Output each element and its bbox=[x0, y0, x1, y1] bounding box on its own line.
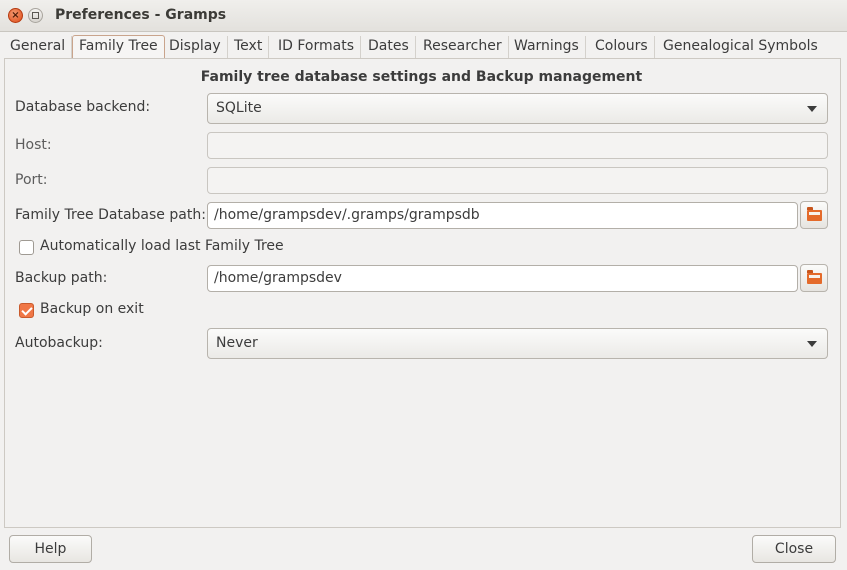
window-title: Preferences - Gramps bbox=[55, 7, 227, 23]
maximize-icon bbox=[32, 12, 39, 19]
section-heading: Family tree database settings and Backup… bbox=[200, 69, 643, 85]
tab-family-tree[interactable]: Family Tree bbox=[72, 35, 165, 60]
close-icon: × bbox=[11, 10, 20, 21]
tab-text[interactable]: Text bbox=[228, 36, 270, 59]
tab-dates[interactable]: Dates bbox=[362, 36, 416, 59]
folder-icon bbox=[807, 207, 822, 221]
tab-id-formats[interactable]: ID Formats bbox=[272, 36, 361, 59]
tab-bar: General Family Tree Display Text ID Form… bbox=[0, 32, 847, 60]
dropdown-arrow-icon bbox=[807, 341, 817, 347]
db-path-browse-button[interactable] bbox=[800, 201, 828, 229]
host-label: Host: bbox=[15, 137, 52, 153]
port-input[interactable] bbox=[207, 167, 828, 194]
tab-panel bbox=[4, 58, 841, 528]
db-path-label: Family Tree Database path: bbox=[15, 207, 206, 223]
tab-warnings[interactable]: Warnings bbox=[508, 36, 586, 59]
tab-general[interactable]: General bbox=[4, 36, 73, 59]
backup-path-label: Backup path: bbox=[15, 270, 108, 286]
autobackup-combo[interactable]: Never bbox=[207, 328, 828, 359]
db-path-input[interactable]: /home/grampsdev/.gramps/grampsdb bbox=[207, 202, 798, 229]
folder-icon bbox=[807, 270, 822, 284]
database-backend-label: Database backend: bbox=[15, 99, 151, 115]
tab-genealogical-symbols[interactable]: Genealogical Symbols bbox=[657, 36, 824, 59]
title-bar: × Preferences - Gramps bbox=[0, 0, 847, 32]
backup-path-browse-button[interactable] bbox=[800, 264, 828, 292]
autoload-label[interactable]: Automatically load last Family Tree bbox=[40, 238, 284, 254]
database-backend-combo[interactable]: SQLite bbox=[207, 93, 828, 124]
port-label: Port: bbox=[15, 172, 48, 188]
backup-on-exit-checkbox[interactable] bbox=[19, 303, 34, 318]
tab-display[interactable]: Display bbox=[163, 36, 228, 59]
tab-researcher[interactable]: Researcher bbox=[417, 36, 509, 59]
backup-path-input[interactable]: /home/grampsdev bbox=[207, 265, 798, 292]
autobackup-label: Autobackup: bbox=[15, 335, 103, 351]
help-button[interactable]: Help bbox=[9, 535, 92, 563]
backup-on-exit-label[interactable]: Backup on exit bbox=[40, 301, 144, 317]
close-button[interactable]: Close bbox=[752, 535, 836, 563]
database-backend-value: SQLite bbox=[216, 100, 262, 116]
window-maximize-button[interactable] bbox=[28, 8, 43, 23]
dropdown-arrow-icon bbox=[807, 106, 817, 112]
autoload-checkbox[interactable] bbox=[19, 240, 34, 255]
tab-colours[interactable]: Colours bbox=[589, 36, 655, 59]
host-input[interactable] bbox=[207, 132, 828, 159]
autobackup-value: Never bbox=[216, 335, 258, 351]
window-close-button[interactable]: × bbox=[8, 8, 23, 23]
